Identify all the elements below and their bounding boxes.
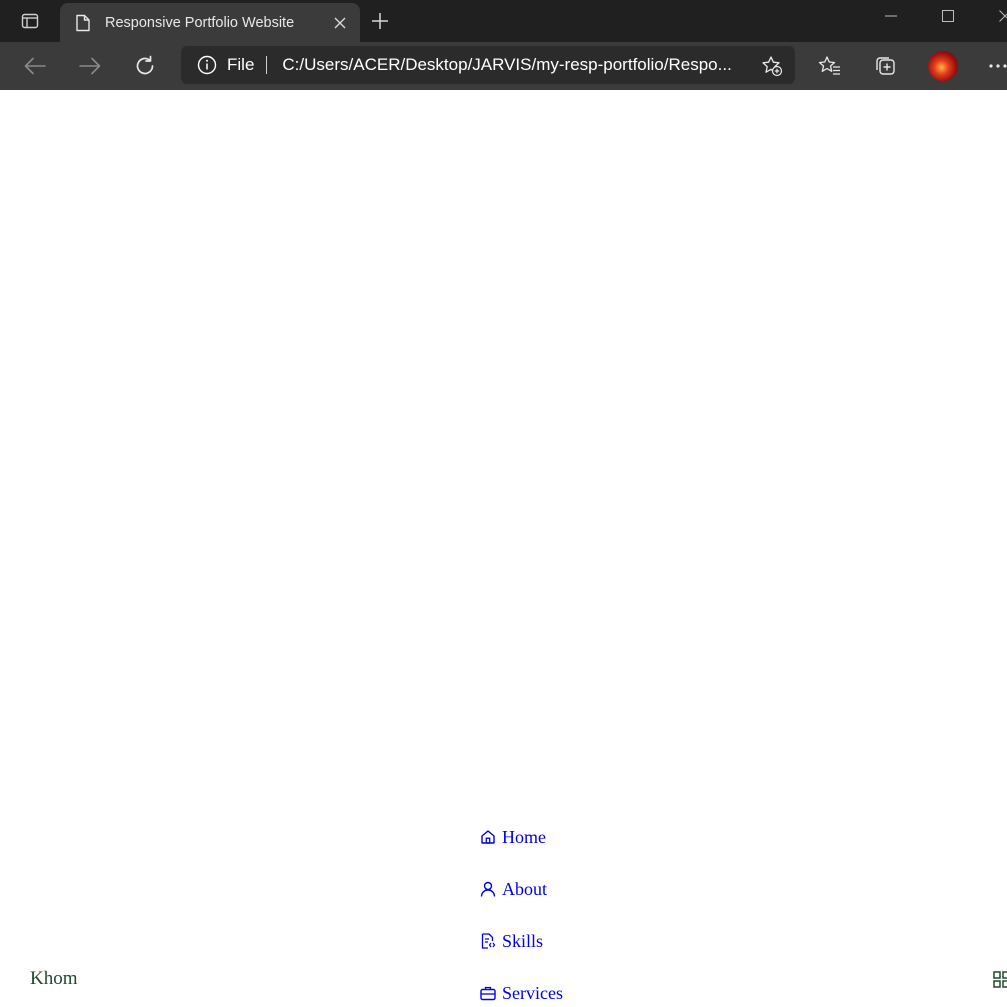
collections-icon[interactable] [869, 50, 901, 82]
nav-link-skills[interactable]: Skills [480, 929, 543, 953]
tab-actions-icon[interactable] [8, 6, 52, 36]
forward-arrow-icon[interactable] [74, 50, 106, 82]
nav-link-about[interactable]: About [480, 877, 547, 901]
add-favorite-icon[interactable] [761, 55, 783, 77]
nav-item-skills: Skills [480, 929, 563, 981]
page-viewport: Home About Skills Services Khom [0, 90, 1007, 1007]
nav-label: Services [502, 983, 563, 1003]
close-tab-icon[interactable] [330, 13, 350, 33]
more-options-icon[interactable] [982, 50, 1007, 82]
nav-label: Skills [502, 931, 544, 951]
maximize-icon[interactable] [925, 0, 971, 32]
back-arrow-icon[interactable] [19, 50, 51, 82]
nav-label: Home [502, 827, 546, 847]
site-logo[interactable]: Khom [30, 967, 78, 991]
close-window-icon[interactable] [982, 0, 1007, 32]
nav-item-about: About [480, 877, 563, 929]
favorites-icon[interactable] [814, 50, 846, 82]
nav-menu: Home About Skills Services [480, 825, 563, 1007]
briefcase-icon [480, 985, 496, 1001]
user-icon [480, 881, 496, 897]
url-scheme-label: File [227, 55, 255, 74]
browser-toolbar: File C:/Users/ACER/Desktop/JARVIS/my-res… [0, 42, 1007, 90]
minimize-icon[interactable] [868, 0, 914, 32]
profile-avatar[interactable] [928, 51, 958, 81]
tab-title: Responsive Portfolio Website [105, 14, 295, 31]
address-bar[interactable]: File C:/Users/ACER/Desktop/JARVIS/my-res… [181, 46, 795, 84]
info-icon[interactable] [197, 55, 217, 75]
nav-item-services: Services [480, 981, 563, 1007]
nav-link-services[interactable]: Services [480, 981, 563, 1005]
reload-icon[interactable] [129, 50, 161, 82]
nav-item-home: Home [480, 825, 563, 877]
browser-titlebar: Responsive Portfolio Website [0, 0, 1007, 42]
file-code-icon [480, 933, 496, 949]
url-separator [266, 56, 268, 74]
active-tab[interactable]: Responsive Portfolio Website [60, 3, 360, 42]
nav-link-home[interactable]: Home [480, 825, 546, 849]
new-tab-icon[interactable] [366, 7, 394, 35]
home-icon [480, 829, 496, 845]
document-icon [74, 14, 92, 32]
nav-label: About [502, 879, 547, 899]
url-text[interactable]: C:/Users/ACER/Desktop/JARVIS/my-resp-por… [282, 55, 737, 75]
apps-grid-icon[interactable] [993, 970, 1007, 990]
